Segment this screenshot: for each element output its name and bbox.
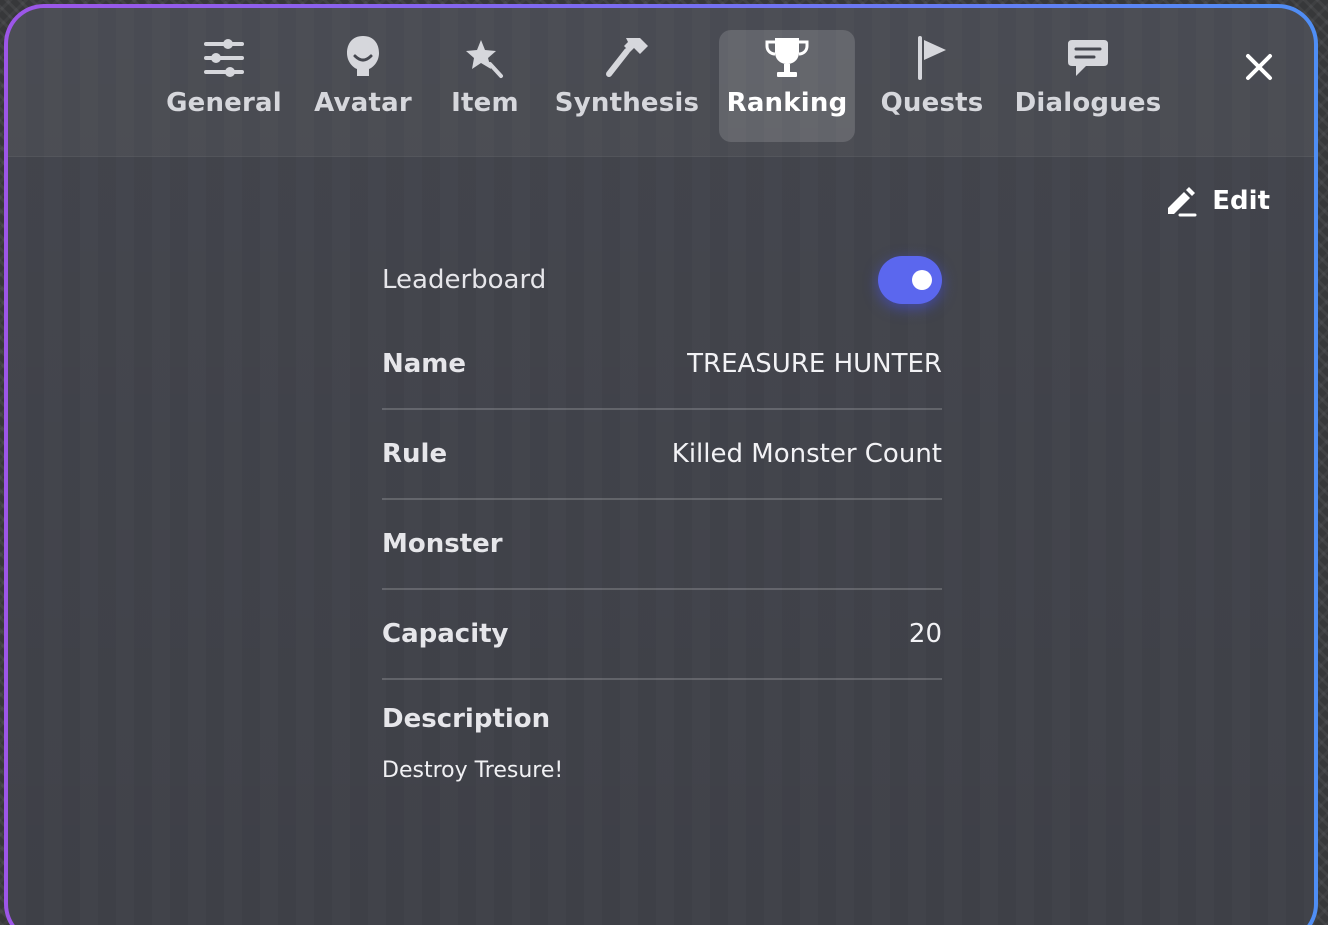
sliders-icon [202, 30, 246, 80]
tab-dialogues[interactable]: Dialogues [1014, 30, 1162, 142]
leaderboard-label: Leaderboard [382, 265, 547, 295]
tab-bar: General Avatar Item Synthesis Ranking Qu… [8, 8, 1314, 157]
tab-label: Quests [880, 88, 984, 118]
monster-label: Monster [382, 529, 503, 559]
ranking-form: Leaderboard Name TREASURE HUNTER Rule Ki… [382, 240, 942, 783]
hammer-icon [604, 30, 650, 80]
edit-button[interactable]: Edit [1164, 184, 1270, 218]
tab-label: Dialogues [1014, 88, 1162, 118]
tab-quests[interactable]: Quests [880, 30, 984, 142]
description-label: Description [382, 704, 551, 734]
tab-item[interactable]: Item [444, 30, 526, 142]
rule-row: Rule Killed Monster Count [382, 410, 942, 500]
edit-label: Edit [1212, 186, 1270, 216]
capacity-label: Capacity [382, 619, 509, 649]
flag-icon [912, 30, 952, 80]
avatar-icon [343, 30, 383, 80]
star-wand-icon [463, 30, 507, 80]
tab-label: General [166, 88, 282, 118]
name-row: Name TREASURE HUNTER [382, 320, 942, 410]
rule-value: Killed Monster Count [671, 439, 942, 469]
tab-label: Avatar [314, 88, 412, 118]
toggle-knob [912, 270, 932, 290]
description-value: Destroy Tresure! [382, 758, 564, 783]
name-label: Name [382, 349, 467, 379]
capacity-value: 20 [908, 619, 942, 649]
tab-label: Ranking [726, 88, 848, 118]
leaderboard-row: Leaderboard [382, 240, 942, 320]
close-button[interactable] [1244, 52, 1274, 82]
ranking-panel: General Avatar Item Synthesis Ranking Qu… [8, 8, 1314, 925]
chat-icon [1066, 30, 1110, 80]
capacity-row: Capacity 20 [382, 590, 942, 680]
tab-general[interactable]: General [166, 30, 282, 142]
trophy-icon [763, 30, 811, 80]
close-icon [1246, 54, 1272, 80]
window-border: General Avatar Item Synthesis Ranking Qu… [4, 4, 1318, 925]
monster-row: Monster [382, 500, 942, 590]
leaderboard-toggle[interactable] [878, 256, 942, 304]
tab-ranking[interactable]: Ranking [719, 30, 855, 142]
tab-label: Synthesis [554, 88, 700, 118]
tab-synthesis[interactable]: Synthesis [552, 30, 702, 142]
tab-label: Item [451, 88, 519, 118]
pencil-icon [1168, 187, 1197, 217]
rule-label: Rule [382, 439, 448, 469]
name-value: TREASURE HUNTER [687, 349, 942, 379]
tab-avatar[interactable]: Avatar [310, 30, 416, 142]
